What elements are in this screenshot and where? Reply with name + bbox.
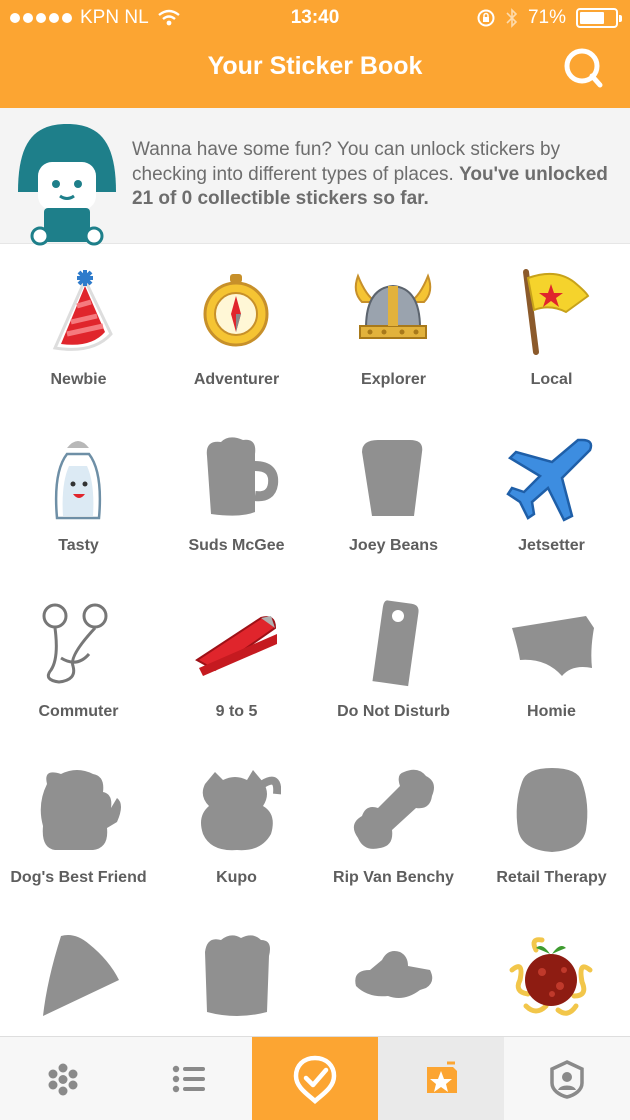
status-bar: KPN NL 13:40 71% xyxy=(0,0,630,36)
search-button[interactable] xyxy=(560,44,606,90)
battery-icon xyxy=(576,8,622,28)
list-icon xyxy=(172,1065,205,1093)
intro-banner: Wanna have some fun? You can unlock stic… xyxy=(0,108,630,246)
sticker-cell[interactable]: 9 to 5 xyxy=(158,576,315,742)
sticker-cell[interactable]: Rip Van Benchy xyxy=(315,742,472,908)
tab-feed[interactable] xyxy=(126,1037,252,1120)
tab-stickers[interactable] xyxy=(378,1037,504,1120)
sticker-label: Explorer xyxy=(361,371,426,388)
sticker-cell[interactable]: Homie xyxy=(473,576,630,742)
sticker-cell[interactable]: Newbie xyxy=(0,244,157,410)
coffee-cup-locked-icon xyxy=(362,440,423,516)
beer-mug-locked-icon xyxy=(206,437,279,516)
page-title: Your Sticker Book xyxy=(207,52,423,80)
sticker-cell[interactable] xyxy=(0,908,157,1036)
sticker-cell[interactable]: Local xyxy=(473,244,630,410)
sticker-label: Dog's Best Friend xyxy=(10,869,147,886)
sticker-cell[interactable]: Retail Therapy xyxy=(473,742,630,908)
tab-check-in[interactable] xyxy=(252,1037,378,1120)
door-hanger-locked-icon xyxy=(372,600,419,687)
sticker-label: 9 to 5 xyxy=(215,703,258,720)
battery-percent: 71% xyxy=(527,7,566,28)
flower-dots-icon xyxy=(48,1063,78,1096)
earbuds-icon xyxy=(42,603,108,684)
sticker-cell[interactable]: Suds McGee xyxy=(158,410,315,576)
sticker-cell[interactable] xyxy=(473,908,630,1036)
airplane-icon xyxy=(506,438,593,522)
sticker-cell[interactable]: Jetsetter xyxy=(473,410,630,576)
sticker-label: Adventurer xyxy=(193,371,280,388)
sticker-label: Newbie xyxy=(50,371,107,388)
pizza-slice-locked-icon xyxy=(43,935,119,1016)
sticker-cell[interactable]: Dog's Best Friend xyxy=(0,742,157,908)
sticker-label: Kupo xyxy=(216,869,257,886)
cat-locked-icon xyxy=(201,770,281,851)
search-icon xyxy=(564,48,603,88)
flag-icon xyxy=(523,269,590,355)
party-hat-icon xyxy=(52,270,113,351)
sticker-cell[interactable]: Do Not Disturb xyxy=(315,576,472,742)
sticker-label: Rip Van Benchy xyxy=(333,869,454,886)
location-checkmark-icon xyxy=(293,1055,337,1104)
sticker-label: Homie xyxy=(527,703,576,720)
sticker-label: Jetsetter xyxy=(518,537,585,554)
stapler-icon xyxy=(195,616,277,676)
sticker-cell[interactable] xyxy=(158,908,315,1036)
sticker-label: Commuter xyxy=(38,703,119,720)
sticker-label: Retail Therapy xyxy=(496,869,607,886)
intro-text: Wanna have some fun? You can unlock stic… xyxy=(132,138,608,212)
tab-profile[interactable] xyxy=(504,1037,630,1120)
tab-explore[interactable] xyxy=(0,1037,126,1120)
mascot-icon xyxy=(18,124,116,246)
underwear-locked-icon xyxy=(512,616,594,676)
dog-locked-icon xyxy=(40,770,121,850)
sticker-grid: Newbie Adventurer Explorer Local Tasty Su… xyxy=(0,244,630,1036)
sticker-cell[interactable]: Joey Beans xyxy=(315,410,472,576)
bluetooth-icon xyxy=(506,8,518,28)
sombrero-locked-icon xyxy=(355,951,433,998)
sticker-label: Do Not Disturb xyxy=(337,703,450,720)
dumbbell-locked-icon xyxy=(353,769,434,849)
sticker-cell[interactable]: Tasty xyxy=(0,410,157,576)
rotation-lock-icon xyxy=(477,9,495,27)
cupcake-locked-icon xyxy=(205,935,270,1016)
sticker-label: Tasty xyxy=(58,537,99,554)
sticker-label: Joey Beans xyxy=(349,537,438,554)
jar-locked-icon xyxy=(516,768,588,852)
sticker-star-icon xyxy=(427,1061,457,1093)
sticker-cell[interactable]: Commuter xyxy=(0,576,157,742)
viking-helmet-icon xyxy=(354,273,432,339)
meatball-spaghetti-icon xyxy=(509,937,593,1016)
compass-icon xyxy=(200,274,272,350)
sticker-cell[interactable] xyxy=(315,908,472,1036)
sticker-label: Local xyxy=(530,371,573,388)
sticker-cell[interactable]: Explorer xyxy=(315,244,472,410)
profile-badge-icon xyxy=(550,1060,584,1099)
header: KPN NL 13:40 71% Your Sticker Book xyxy=(0,0,630,108)
salt-shaker-icon xyxy=(54,441,102,520)
sticker-cell[interactable]: Kupo xyxy=(158,742,315,908)
battery-fill xyxy=(580,12,605,24)
status-right: 71% xyxy=(476,7,622,29)
tab-bar xyxy=(0,1036,630,1120)
sticker-cell[interactable]: Adventurer xyxy=(158,244,315,410)
sticker-label: Suds McGee xyxy=(188,537,285,554)
